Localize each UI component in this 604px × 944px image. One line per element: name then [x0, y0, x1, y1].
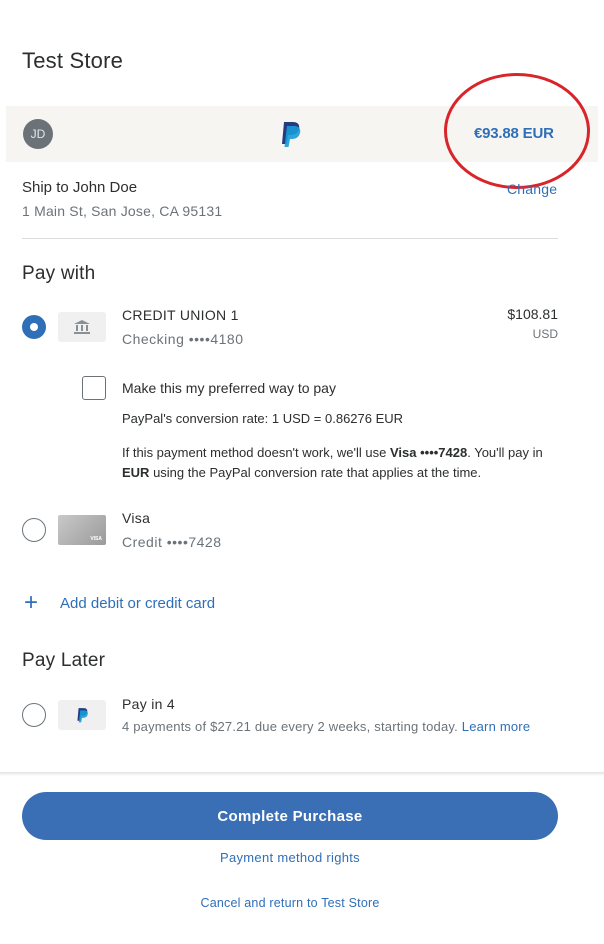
bank-tile	[58, 312, 106, 342]
bank-amount: $108.81	[507, 306, 558, 322]
footer-divider	[0, 772, 604, 776]
learn-more-link[interactable]: Learn more	[462, 719, 530, 734]
pay-in-4-detail: 4 payments of $27.21 due every 2 weeks, …	[122, 719, 530, 734]
fallback-text-1: If this payment method doesn't work, we'…	[122, 445, 390, 460]
preferred-checkbox[interactable]	[82, 376, 106, 400]
bank-radio[interactable]	[22, 315, 46, 339]
fallback-notice: If this payment method doesn't work, we'…	[122, 443, 562, 483]
order-total[interactable]: €93.88 EUR	[474, 125, 554, 142]
payment-method-rights-link[interactable]: Payment method rights	[0, 850, 580, 865]
add-card-link[interactable]: Add debit or credit card	[60, 595, 215, 612]
bank-amount-currency: USD	[532, 327, 558, 341]
ship-to-name: Ship to John Doe	[22, 179, 138, 196]
ship-to-address: 1 Main St, San Jose, CA 95131	[22, 203, 223, 219]
store-title: Test Store	[22, 48, 124, 73]
paypal-logo-icon	[278, 120, 302, 148]
avatar[interactable]: JD	[23, 119, 53, 149]
fallback-currency: EUR	[122, 465, 150, 480]
plus-icon[interactable]: +	[24, 591, 46, 615]
visa-card-icon: VISA	[58, 515, 106, 545]
complete-purchase-button[interactable]: Complete Purchase	[22, 792, 558, 840]
pay-in-4-detail-text: 4 payments of $27.21 due every 2 weeks, …	[122, 719, 458, 734]
visa-radio[interactable]	[22, 518, 46, 542]
preferred-label[interactable]: Make this my preferred way to pay	[122, 380, 336, 396]
paypal-icon	[77, 708, 88, 723]
visa-detail: Credit ••••7428	[122, 534, 222, 550]
pay-in-4-radio[interactable]	[22, 703, 46, 727]
paypal-tile	[58, 700, 106, 730]
fallback-text-2: . You'll pay in	[467, 445, 543, 460]
bank-name: CREDIT UNION 1	[122, 307, 239, 323]
conversion-rate-text: PayPal's conversion rate: 1 USD = 0.8627…	[122, 411, 404, 426]
bank-icon	[74, 320, 90, 334]
pay-later-heading: Pay Later	[22, 650, 106, 671]
cancel-return-link[interactable]: Cancel and return to Test Store	[0, 896, 580, 910]
pay-with-heading: Pay with	[22, 263, 96, 284]
fallback-card: Visa ••••7428	[389, 445, 468, 460]
bank-account-detail: Checking ••••4180	[122, 331, 244, 347]
pay-in-4-name: Pay in 4	[122, 696, 175, 712]
visa-name: Visa	[122, 510, 151, 526]
fallback-text-3: using the PayPal conversion rate that ap…	[149, 465, 482, 480]
divider	[22, 238, 558, 239]
change-address-link[interactable]: Change	[507, 181, 557, 197]
